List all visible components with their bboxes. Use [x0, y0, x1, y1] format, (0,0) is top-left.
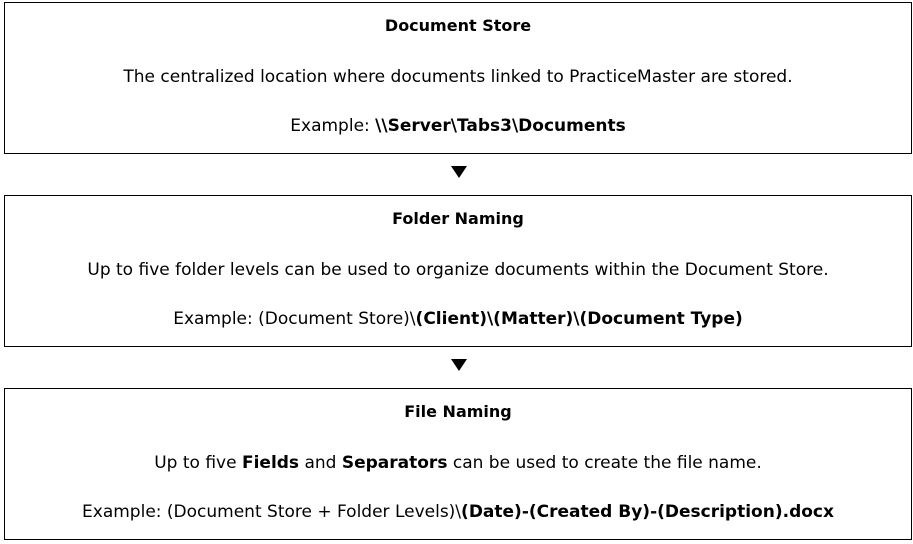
file-naming-box: File Naming Up to five Fields and Separa… [4, 388, 912, 540]
file-naming-title: File Naming [404, 402, 512, 421]
file-naming-desc-part2: and [299, 453, 342, 473]
separators-term: Separators [341, 453, 448, 473]
file-naming-desc-part3: can be used to create the file name. [447, 453, 762, 473]
file-naming-description: Up to five Fields and Separators can be … [5, 451, 911, 475]
document-store-box: Document Store The centralized location … [4, 2, 912, 154]
folder-naming-example-path: (Client)\(Matter)\(Document Type) [415, 309, 743, 329]
folder-naming-example-prefix: Example: (Document Store)\ [173, 309, 416, 329]
file-naming-example-prefix: Example: (Document Store + Folder Levels… [82, 502, 462, 522]
file-naming-example-filename: (Date)-(Created By)-(Description).docx [461, 502, 834, 522]
fields-term: Fields [241, 453, 300, 473]
document-store-title: Document Store [384, 16, 532, 35]
document-store-example-path: \\Server\Tabs3\Documents [375, 116, 626, 136]
folder-naming-example: Example: (Document Store)\(Client)\(Matt… [5, 307, 911, 331]
document-store-example: Example: \\Server\Tabs3\Documents [5, 114, 911, 138]
document-store-example-prefix: Example: [290, 116, 376, 136]
document-store-description: The centralized location where documents… [123, 67, 793, 87]
file-naming-example: Example: (Document Store + Folder Levels… [5, 500, 911, 524]
folder-naming-description: Up to five folder levels can be used to … [87, 260, 829, 280]
folder-naming-box: Folder Naming Up to five folder levels c… [4, 195, 912, 347]
file-naming-desc-part1: Up to five [154, 453, 242, 473]
down-arrow-icon [451, 166, 467, 178]
folder-naming-title: Folder Naming [392, 209, 524, 228]
down-arrow-icon [451, 359, 467, 371]
